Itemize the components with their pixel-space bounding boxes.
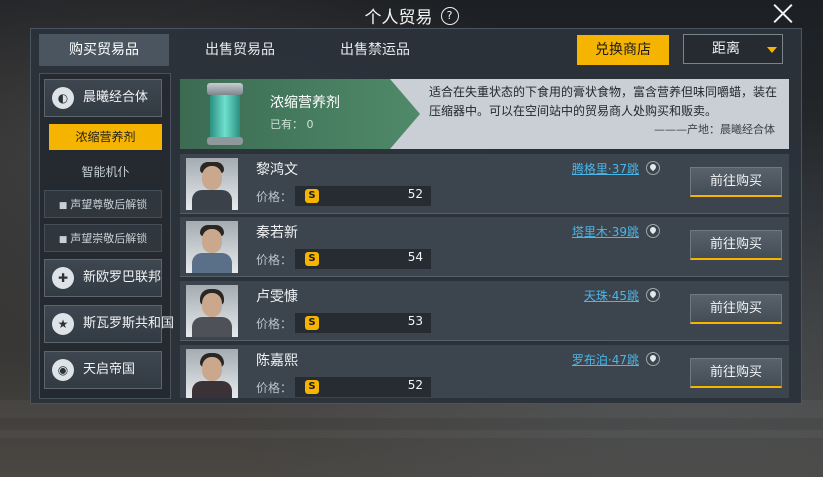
star-emblem-icon: ★ [52, 313, 74, 335]
currency-icon: S [305, 252, 319, 266]
window-title-bar: 个人贸易? [0, 3, 823, 28]
price-value: 54 [407, 250, 423, 264]
price-box: S 52 [295, 186, 431, 206]
item-description: 适合在失重状态的下食用的膏状食物，富含营养但味同嚼蜡，装在压缩器中。可以在空间站… [429, 85, 778, 118]
seller-portrait [186, 349, 238, 398]
price-value: 53 [407, 314, 423, 328]
faction-button-3[interactable]: ◉ 天启帝国 [44, 351, 162, 389]
sort-selected-value: 距离 [712, 41, 740, 57]
category-label: 智能机仆 [81, 165, 130, 179]
tab-sell-goods[interactable]: 出售贸易品 [175, 34, 305, 66]
go-buy-button[interactable]: 前往购买 [690, 294, 782, 324]
exchange-shop-button[interactable]: 兑换商店 [577, 35, 669, 65]
faction-button-1[interactable]: ✚ 新欧罗巴联邦 [44, 259, 162, 297]
map-pin-icon[interactable] [646, 288, 660, 302]
price-label: 价格： [256, 381, 293, 395]
seller-portrait [186, 221, 238, 273]
price-value: 52 [407, 187, 423, 201]
cross-emblem-icon: ✚ [52, 267, 74, 289]
seller-portrait [186, 285, 238, 337]
faction-label: 晨曦经合体 [83, 90, 149, 105]
faction-button-0[interactable]: ◐ 晨曦经合体 [44, 79, 162, 117]
seller-location-link[interactable]: 塔里木·39跳 [572, 223, 639, 240]
price-label: 价格： [256, 253, 293, 267]
tab-buy-goods[interactable]: 购买贸易品 [39, 34, 169, 66]
currency-icon: S [305, 189, 319, 203]
chevron-down-icon [767, 47, 777, 53]
item-owned-count: 已有： 0 [270, 118, 314, 131]
price-box: S 52 [295, 377, 431, 397]
seller-location-link[interactable]: 天珠·45跳 [584, 287, 639, 304]
locked-slot-respect: ■ 声望尊敬后解锁 [44, 190, 162, 218]
price-label: 价格： [256, 190, 293, 204]
seller-row: 卢雯慷 价格： S 53 天珠·45跳 前往购买 [180, 281, 789, 341]
currency-icon: S [305, 316, 319, 330]
price-box: S 54 [295, 249, 431, 269]
item-name: 浓缩营养剂 [270, 95, 340, 111]
empire-emblem-icon: ◉ [52, 359, 74, 381]
seller-location-link[interactable]: 腾格里·37跳 [572, 160, 639, 177]
go-buy-button[interactable]: 前往购买 [690, 230, 782, 260]
map-pin-icon[interactable] [646, 161, 660, 175]
item-info-banner: 浓缩营养剂 已有： 0 适合在失重状态的下食用的膏状食物，富含营养但味同嚼蜡，装… [180, 79, 789, 149]
seller-name: 陈嘉熙 [256, 353, 298, 369]
price-box: S 53 [295, 313, 431, 333]
seller-row: 陈嘉熙 价格： S 52 罗布泊·47跳 前往购买 [180, 345, 789, 398]
lock-icon: ■ [58, 201, 68, 211]
tab-sell-contraband[interactable]: 出售禁运品 [310, 34, 440, 66]
seller-name: 秦若新 [256, 225, 298, 241]
seller-row: 秦若新 价格： S 54 塔里木·39跳 前往购买 [180, 217, 789, 277]
go-buy-button[interactable]: 前往购买 [690, 358, 782, 388]
seller-location-link[interactable]: 罗布泊·47跳 [572, 351, 639, 368]
help-icon[interactable]: ? [440, 6, 459, 25]
price-label: 价格： [256, 317, 293, 331]
faction-emblem-icon: ◐ [52, 87, 74, 109]
faction-label: 斯瓦罗斯共和国 [83, 316, 175, 331]
faction-label: 新欧罗巴联邦 [83, 270, 162, 285]
seller-row: 黎鸿文 价格： S 52 腾格里·37跳 前往购买 [180, 154, 789, 214]
map-pin-icon[interactable] [646, 352, 660, 366]
price-value: 52 [407, 378, 423, 392]
sort-dropdown[interactable]: 距离 [683, 34, 783, 64]
nutrient-canister-icon [207, 83, 243, 145]
locked-slot-reverence: ■ 声望崇敬后解锁 [44, 224, 162, 252]
lock-icon: ■ [58, 235, 68, 245]
seller-portrait [186, 158, 238, 210]
selected-item-button[interactable]: 浓缩营养剂 [49, 124, 162, 150]
close-icon[interactable] [772, 2, 794, 24]
map-pin-icon[interactable] [646, 224, 660, 238]
faction-button-2[interactable]: ★ 斯瓦罗斯共和国 [44, 305, 174, 343]
seller-name: 黎鸿文 [256, 162, 298, 178]
item-origin: ———产地：晨曦经合体 [654, 123, 775, 136]
window-title: 个人贸易 [364, 8, 433, 28]
currency-icon: S [305, 380, 319, 394]
faction-label: 天启帝国 [83, 362, 136, 377]
go-buy-button[interactable]: 前往购买 [690, 167, 782, 197]
seller-name: 卢雯慷 [256, 289, 298, 305]
